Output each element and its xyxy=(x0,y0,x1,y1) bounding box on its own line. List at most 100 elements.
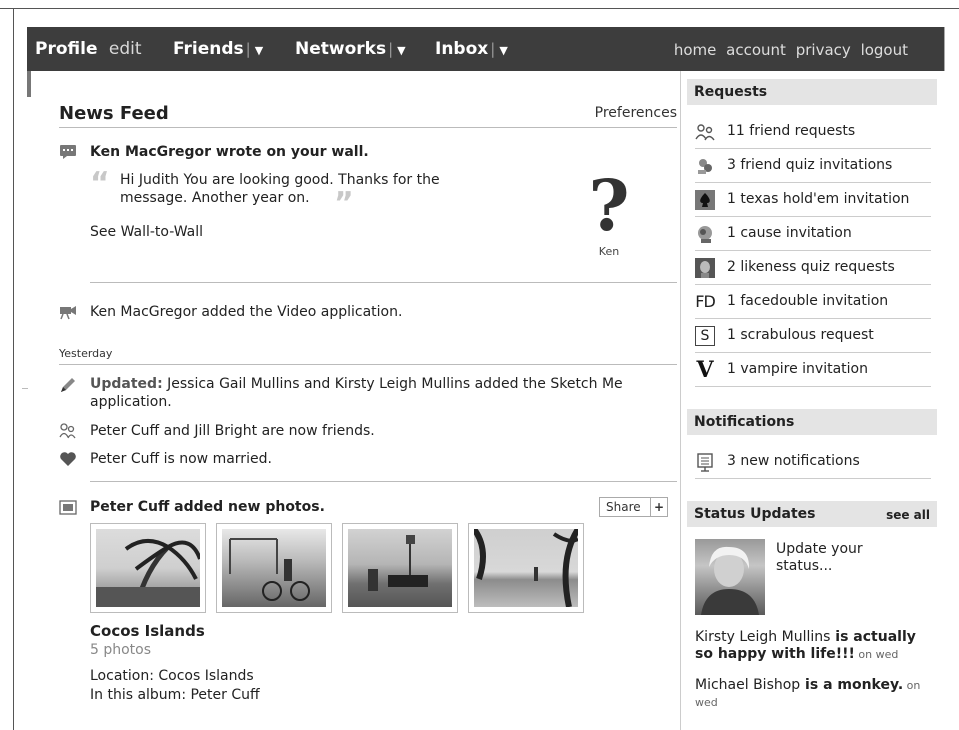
request-label[interactable]: 11 friend requests xyxy=(727,123,855,139)
see-wall-to-wall-link[interactable]: See Wall-to-Wall xyxy=(90,224,203,240)
album-location: Location: Cocos Islands xyxy=(90,668,254,684)
page-title: News Feed xyxy=(59,103,169,124)
photo-image xyxy=(348,529,452,607)
requests-title: Requests xyxy=(694,84,768,100)
section-yesterday: Yesterday xyxy=(59,347,113,360)
chevron-down-icon[interactable]: ▼ xyxy=(255,44,263,57)
question-mark-icon: ? xyxy=(588,164,630,247)
avatar[interactable] xyxy=(695,539,765,615)
nav-friends-link[interactable]: Friends xyxy=(173,39,244,59)
photo-thumbnail-3[interactable] xyxy=(342,523,458,613)
quiz-icon xyxy=(695,156,715,176)
photo-thumbnail-1[interactable] xyxy=(90,523,206,613)
request-item-cause[interactable]: 1 cause invitation xyxy=(695,217,931,251)
friends-story: Peter Cuff and Jill Bright are now frien… xyxy=(90,423,375,439)
divider xyxy=(59,364,677,365)
photo-image xyxy=(222,529,326,607)
friends-icon xyxy=(695,122,715,142)
request-label[interactable]: 1 scrabulous request xyxy=(727,327,874,343)
nav-logout-link[interactable]: logout xyxy=(861,41,908,59)
nav-networks-link[interactable]: Networks xyxy=(295,39,386,59)
status-updates-header: Status Updates see all xyxy=(687,501,937,527)
preferences-link[interactable]: Preferences xyxy=(595,105,677,121)
update-status-link[interactable]: Update your status... xyxy=(776,541,886,575)
divider xyxy=(90,282,677,283)
frame-border-top xyxy=(0,8,959,9)
share-button[interactable]: Share + xyxy=(599,497,668,517)
frame-border-left xyxy=(13,8,14,730)
nav-friends-menu[interactable]: Friends | ▼ xyxy=(173,39,263,59)
page-content: News Feed Preferences Ken MacGregor wrot… xyxy=(27,71,946,730)
close-quote-icon: ” xyxy=(334,186,354,221)
status-text: is a monkey. xyxy=(800,677,904,693)
request-label[interactable]: 1 facedouble invitation xyxy=(727,293,888,309)
album-people: In this album: Peter Cuff xyxy=(90,687,260,703)
nav-home-link[interactable]: home xyxy=(674,41,717,59)
status-update-item: Michael Bishop is a monkey. on wed xyxy=(695,677,935,711)
status-author[interactable]: Michael Bishop xyxy=(695,677,800,693)
request-label[interactable]: 1 texas hold'em invitation xyxy=(727,191,909,207)
nav-profile-group: Profile edit xyxy=(35,39,142,59)
wall-post-line-2: message. Another year on. xyxy=(120,190,310,206)
nav-privacy-link[interactable]: privacy xyxy=(796,41,851,59)
plus-icon[interactable]: + xyxy=(650,498,667,516)
notifications-item[interactable]: 3 new notifications xyxy=(695,445,931,479)
status-time: on wed xyxy=(854,648,899,661)
request-label[interactable]: 1 cause invitation xyxy=(727,225,852,241)
request-label[interactable]: 3 friend quiz invitations xyxy=(727,157,892,173)
spade-icon xyxy=(695,190,715,210)
request-item-vampire[interactable]: V 1 vampire invitation xyxy=(695,353,931,387)
nav-inbox-menu[interactable]: Inbox | ▼ xyxy=(435,39,508,59)
requests-header: Requests xyxy=(687,79,937,105)
scrabulous-icon: S xyxy=(695,326,715,346)
status-update-item: Kirsty Leigh Mullins is actually so happ… xyxy=(695,629,935,663)
wall-post-line-1: Hi Judith You are looking good. Thanks f… xyxy=(120,172,440,188)
request-label[interactable]: 2 likeness quiz requests xyxy=(727,259,895,275)
friends-icon xyxy=(59,423,77,439)
chevron-down-icon[interactable]: ▼ xyxy=(499,44,507,57)
photo-thumbnail-4[interactable] xyxy=(468,523,584,613)
request-item-scrabulous[interactable]: S 1 scrabulous request xyxy=(695,319,931,353)
request-item-texas-holdem[interactable]: 1 texas hold'em invitation xyxy=(695,183,931,217)
sketch-story-line-2: application. xyxy=(90,394,172,410)
status-updates-title: Status Updates xyxy=(694,506,816,522)
request-item-likeness-quiz[interactable]: 2 likeness quiz requests xyxy=(695,251,931,285)
nav-account-link[interactable]: account xyxy=(726,41,786,59)
nav-edit-link[interactable]: edit xyxy=(109,39,142,59)
top-nav-bar: Profile edit Friends | ▼ Networks | ▼ Inbox |… xyxy=(27,27,945,97)
notifications-header: Notifications xyxy=(687,409,937,435)
chevron-down-icon[interactable]: ▼ xyxy=(397,44,405,57)
photo-image xyxy=(474,529,578,607)
see-all-link[interactable]: see all xyxy=(886,508,930,522)
account-links: home account privacy logout xyxy=(669,41,908,59)
request-item-facedouble[interactable]: FD 1 facedouble invitation xyxy=(695,285,931,319)
divider xyxy=(90,481,677,482)
photo-image xyxy=(96,529,200,607)
status-author[interactable]: Kirsty Leigh Mullins xyxy=(695,629,830,645)
request-label[interactable]: 1 vampire invitation xyxy=(727,361,868,377)
request-item-friend-quiz[interactable]: 3 friend quiz invitations xyxy=(695,149,931,183)
album-count[interactable]: 5 photos xyxy=(90,642,151,658)
wall-post-headline[interactable]: Ken MacGregor wrote on your wall. xyxy=(90,144,369,160)
sketch-story-text: Jessica Gail Mullins and Kirsty Leigh Mu… xyxy=(162,376,623,392)
nav-inbox-link[interactable]: Inbox xyxy=(435,39,488,59)
sidebar: Requests 11 friend requests 3 friend qui… xyxy=(680,71,946,730)
album-title[interactable]: Cocos Islands xyxy=(90,622,205,640)
ken-avatar[interactable]: ? Ken xyxy=(579,171,639,261)
nav-networks-menu[interactable]: Networks | ▼ xyxy=(295,39,406,59)
video-story: Ken MacGregor added the Video applicatio… xyxy=(90,304,403,320)
cause-icon xyxy=(695,224,715,244)
nav-separator: | xyxy=(245,40,251,58)
photo-thumbnail-2[interactable] xyxy=(216,523,332,613)
video-camera-icon xyxy=(59,304,77,320)
share-label: Share xyxy=(606,500,641,514)
photos-story-headline[interactable]: Peter Cuff added new photos. xyxy=(90,499,325,515)
nav-profile-link[interactable]: Profile xyxy=(35,39,97,59)
pencil-icon xyxy=(59,377,77,393)
frame-border-right xyxy=(944,27,945,71)
sketch-story-line-1: Updated: Jessica Gail Mullins and Kirsty… xyxy=(90,376,623,392)
notifications-label[interactable]: 3 new notifications xyxy=(727,453,860,469)
feed-header: News Feed Preferences xyxy=(59,101,677,128)
request-item-friend-requests[interactable]: 11 friend requests xyxy=(695,115,931,149)
likeness-icon xyxy=(695,258,715,278)
